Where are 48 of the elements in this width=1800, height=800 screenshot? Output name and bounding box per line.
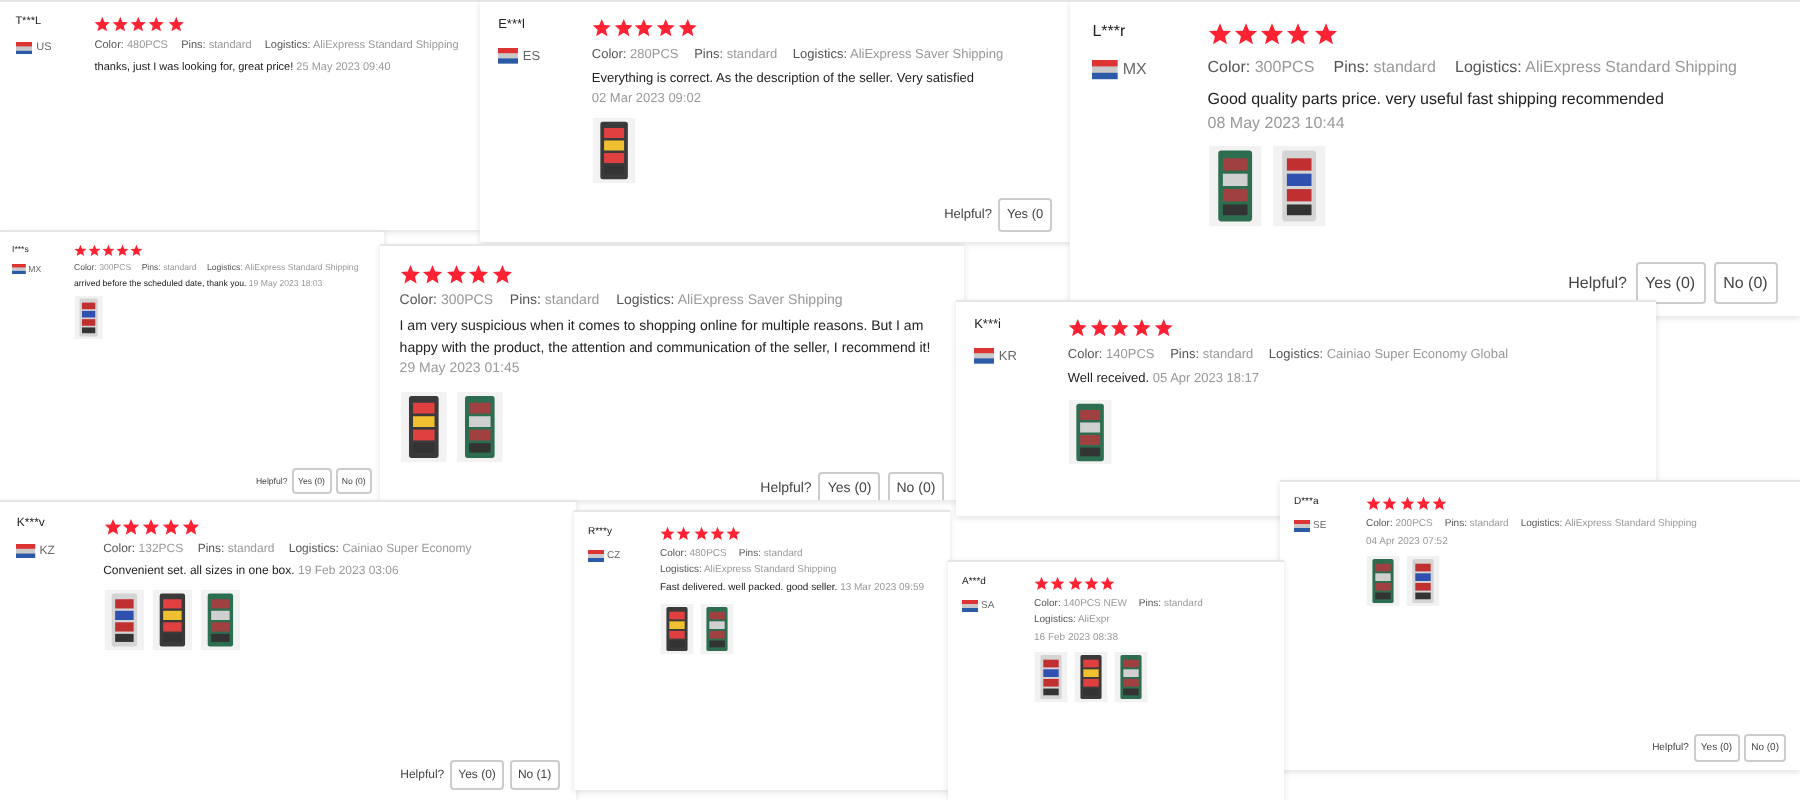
star-icon <box>182 517 201 536</box>
star-icon <box>422 264 444 286</box>
star-icon <box>1132 318 1152 339</box>
flag-icon <box>1294 519 1310 531</box>
star-icon <box>677 18 698 39</box>
flag-icon <box>974 348 995 365</box>
helpful-label: Helpful? <box>1568 273 1628 292</box>
star-icon <box>1286 22 1311 47</box>
flag-icon <box>15 41 33 55</box>
star-icon <box>445 264 467 286</box>
star-icon <box>162 517 181 536</box>
star-icon <box>1067 318 1088 339</box>
flag-icon <box>962 599 978 611</box>
flag-icon <box>1092 59 1118 80</box>
star-icon <box>1207 22 1232 47</box>
star-icon <box>591 18 612 39</box>
star-icon <box>1153 318 1174 339</box>
product-attribute: Color: 300PCS <box>1207 57 1315 76</box>
star-icon <box>656 18 676 39</box>
star-icon <box>1089 318 1109 339</box>
star-icon <box>1110 318 1131 339</box>
star-icon <box>613 18 633 39</box>
product-attribute: Logistics: AliExpress Standard Shipping <box>1455 57 1737 76</box>
flag-icon <box>588 549 604 561</box>
star-icon <box>468 264 490 286</box>
star-icon <box>112 16 130 33</box>
star-icon <box>122 517 141 536</box>
star-icon <box>491 264 513 286</box>
country-code: MX <box>1122 60 1147 79</box>
star-icon <box>148 16 166 33</box>
star-icon <box>634 18 655 39</box>
yes-button[interactable]: Yes (0) <box>1635 262 1706 304</box>
star-icon <box>1260 22 1285 47</box>
flag-icon <box>16 543 36 559</box>
star-icon <box>103 517 122 536</box>
no-button[interactable]: No (0) <box>1713 262 1778 304</box>
review-text: Good quality parts price. very useful fast shipping recommended 08 May 2023 10:44 <box>1207 87 1666 136</box>
star-icon <box>94 16 112 33</box>
star-icon <box>1233 22 1258 47</box>
star-icon <box>167 16 184 33</box>
star-icon <box>142 517 161 536</box>
star-icon <box>1313 22 1338 47</box>
flag-icon <box>12 263 26 274</box>
flag-icon <box>498 48 519 65</box>
star-icon <box>130 16 148 33</box>
product-attribute: Pins: standard <box>1333 57 1436 76</box>
star-icon <box>399 264 421 286</box>
reviewer-name: L***r <box>1092 22 1128 41</box>
